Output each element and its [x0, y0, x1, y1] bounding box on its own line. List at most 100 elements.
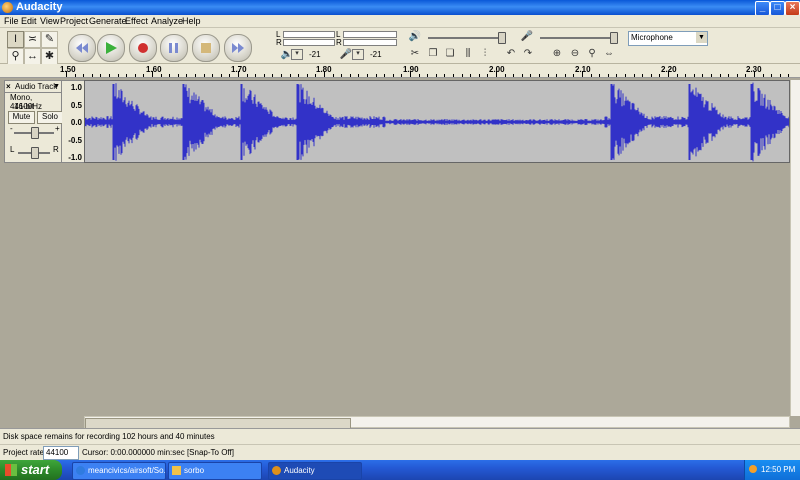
- undo-icon[interactable]: ↶: [504, 47, 518, 61]
- taskbar-item-label: meancivics/airsoft/So...: [88, 466, 166, 475]
- input-source-select[interactable]: Microphone ▼: [628, 31, 708, 46]
- redo-icon[interactable]: ↷: [521, 47, 535, 61]
- menu-analyze[interactable]: Analyze: [151, 16, 183, 26]
- input-source-value: Microphone: [631, 33, 673, 42]
- multi-tool-icon[interactable]: ✱: [41, 48, 58, 65]
- ruler-tick: [229, 74, 231, 77]
- ruler-tick: [392, 74, 394, 77]
- copy-icon[interactable]: ❐: [426, 47, 440, 61]
- track-control-panel: × Audio Track ▼ Mono, 44100Hz 16-bit Mut…: [4, 80, 63, 163]
- draw-tool-icon[interactable]: ✎: [41, 31, 58, 48]
- zoom-out-icon[interactable]: ⊖: [568, 47, 582, 61]
- play-meter-left: [283, 31, 335, 38]
- ruler-tick: [582, 71, 583, 77]
- menu-view[interactable]: View: [40, 16, 59, 26]
- silence-icon[interactable]: ⫶: [478, 47, 492, 61]
- waveform-display[interactable]: [84, 80, 790, 163]
- fit-project-icon[interactable]: ⇔: [602, 47, 616, 61]
- ruler-tick: [650, 74, 652, 77]
- minimize-button[interactable]: _: [755, 1, 770, 16]
- skip-to-end-button[interactable]: [224, 34, 252, 62]
- pan-slider-thumb[interactable]: [31, 147, 39, 159]
- taskbar-item-folder[interactable]: sorbo: [168, 462, 262, 480]
- ruler-tick: [246, 74, 248, 77]
- ruler-tick: [220, 74, 222, 77]
- folder-icon: [172, 466, 181, 475]
- project-rate-input[interactable]: 44100: [43, 446, 79, 460]
- cut-icon[interactable]: ✂: [408, 47, 422, 61]
- ruler-tick: [341, 74, 343, 77]
- zoom-in-icon[interactable]: ⊕: [550, 47, 564, 61]
- solo-button[interactable]: Solo: [37, 111, 63, 124]
- ruler-tick: [281, 74, 282, 77]
- tray-arrow-icon[interactable]: [749, 465, 757, 473]
- mute-button[interactable]: Mute: [8, 111, 35, 124]
- waveform-samples: [85, 82, 789, 162]
- gain-slider-thumb[interactable]: [31, 127, 39, 139]
- ruler-tick: [238, 71, 239, 77]
- ruler-tick: [685, 74, 687, 77]
- trim-icon[interactable]: ⫼: [461, 47, 475, 61]
- timeshift-tool-icon[interactable]: ↔: [24, 48, 41, 65]
- track-name-bar[interactable]: × Audio Track ▼: [5, 81, 61, 93]
- ruler-tick: [547, 74, 549, 77]
- menu-file[interactable]: File: [4, 16, 19, 26]
- ruler-tick: [66, 71, 67, 77]
- maximize-button[interactable]: □: [770, 1, 785, 16]
- skip-to-start-button[interactable]: [68, 34, 96, 62]
- play-meter-menu-icon[interactable]: ▾: [291, 49, 303, 60]
- amplitude-scale: 1.0 0.5 0.0 -0.5 -1.0: [62, 80, 84, 163]
- taskbar-item-browser[interactable]: meancivics/airsoft/So...: [72, 462, 166, 480]
- track-close-icon[interactable]: ×: [6, 81, 15, 92]
- ruler-tick: [719, 74, 721, 77]
- paste-icon[interactable]: ❏: [443, 47, 457, 61]
- output-volume-slider[interactable]: [428, 37, 506, 39]
- track-menu-chevron-icon[interactable]: ▼: [53, 81, 60, 92]
- skip-end-icon: [232, 43, 244, 53]
- ruler-tick: [272, 74, 274, 77]
- output-volume-thumb[interactable]: [498, 32, 506, 44]
- ruler-tick: [117, 74, 119, 77]
- ruler-tick: [745, 74, 747, 77]
- menu-edit[interactable]: Edit: [21, 16, 37, 26]
- zoom-tool-icon[interactable]: ⚲: [7, 48, 24, 65]
- ruler-tick: [83, 74, 85, 77]
- play-button[interactable]: [97, 34, 125, 62]
- ruler-tick: [779, 74, 781, 77]
- timeline-ruler[interactable]: 1.50 1.60 1.70 1.80 1.90 2.00 2.10 2.20 …: [0, 64, 800, 78]
- fit-selection-icon[interactable]: ⚲: [585, 47, 599, 61]
- track-name[interactable]: Audio Track: [15, 81, 57, 92]
- input-volume-slider[interactable]: [540, 37, 618, 39]
- horizontal-scrollbar[interactable]: [84, 416, 790, 429]
- menu-help[interactable]: Help: [182, 16, 201, 26]
- ruler-tick: [487, 74, 489, 77]
- ruler-tick: [349, 74, 351, 77]
- start-button[interactable]: start: [0, 460, 62, 480]
- vertical-scrollbar[interactable]: [790, 80, 800, 416]
- stop-button[interactable]: [192, 34, 220, 62]
- ruler-tick: [367, 74, 368, 77]
- ruler-tick: [143, 74, 145, 77]
- rec-meter-right: [343, 39, 397, 46]
- close-button[interactable]: ×: [785, 1, 800, 16]
- ruler-tick: [410, 71, 411, 77]
- start-label: start: [21, 462, 50, 477]
- ruler-tick: [470, 74, 472, 77]
- pause-button[interactable]: [160, 34, 188, 62]
- menu-generate[interactable]: Generate: [89, 16, 127, 26]
- gain-minus-label: -: [10, 124, 13, 133]
- toolbar: I ≍ ✎ ⚲ ↔ ✱ L R L R 🔈 ▾ -21 🎤 ▾ -21 🔊 🎤 …: [0, 28, 800, 65]
- ruler-tick: [453, 74, 454, 77]
- record-button[interactable]: [129, 34, 157, 62]
- envelope-tool-icon[interactable]: ≍: [24, 31, 41, 48]
- ruler-label: 1.50: [60, 65, 76, 74]
- rec-meter-menu-icon[interactable]: ▾: [352, 49, 364, 60]
- system-tray: 12:50 PM: [744, 460, 800, 480]
- menu-project[interactable]: Project: [60, 16, 88, 26]
- ruler-tick: [109, 74, 110, 77]
- mic-meter-icon[interactable]: 🎤: [339, 48, 353, 62]
- input-volume-thumb[interactable]: [610, 32, 618, 44]
- taskbar-item-audacity[interactable]: Audacity: [268, 462, 362, 480]
- selection-tool-icon[interactable]: I: [7, 31, 24, 48]
- menu-effect[interactable]: Effect: [125, 16, 148, 26]
